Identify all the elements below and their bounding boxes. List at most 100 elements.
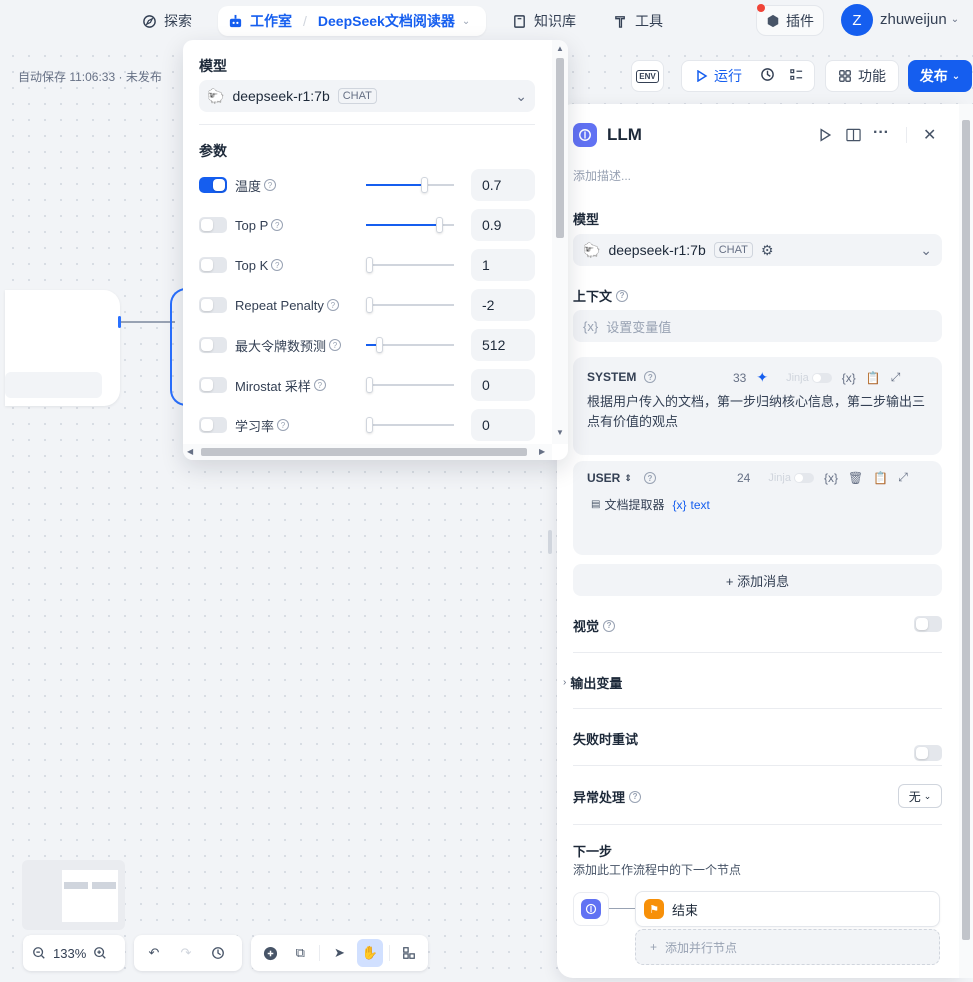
scroll-right-icon[interactable]: ▶ <box>539 447 545 456</box>
add-message-button[interactable]: + 添加消息 <box>573 564 942 596</box>
more-icon[interactable]: ··· <box>873 124 889 142</box>
run-button[interactable]: 运行 <box>696 66 742 86</box>
popover-model-select[interactable]: 🐑 deepseek-r1:7b CHAT ⌄ <box>199 80 535 112</box>
book-open-icon[interactable] <box>846 128 861 145</box>
param-toggle[interactable] <box>199 337 227 353</box>
expand-icon[interactable]: ⤢ <box>891 370 901 385</box>
popover-horizontal-scrollbar[interactable]: ◀ ▶ <box>183 444 552 460</box>
param-toggle[interactable] <box>199 177 227 193</box>
next-node-name: 结束 <box>672 902 699 918</box>
system-prompt-text[interactable]: 根据用户传入的文档，第一步归纳核心信息，第二步输出三点有价值的观点 <box>587 392 932 432</box>
note-icon[interactable]: ⧉ <box>287 939 313 967</box>
vision-toggle[interactable] <box>914 616 942 632</box>
zoom-in-icon[interactable] <box>90 939 110 967</box>
publish-button[interactable]: 发布 ⌄ <box>908 60 972 92</box>
zoom-out-icon[interactable] <box>29 939 49 967</box>
param-slider[interactable] <box>366 295 454 315</box>
param-slider[interactable] <box>366 335 454 355</box>
history-icon[interactable] <box>760 67 775 85</box>
scroll-up-icon[interactable]: ▲ <box>556 44 564 53</box>
slider-thumb[interactable] <box>421 177 428 193</box>
checklist-icon[interactable] <box>789 67 804 85</box>
retry-toggle[interactable] <box>914 745 942 761</box>
slider-thumb[interactable] <box>366 297 373 313</box>
history-icon[interactable] <box>204 939 232 967</box>
scroll-thumb[interactable] <box>556 58 564 238</box>
user-message[interactable]: USER ⇕ ? 24 Jinja {x} 🗑 📋 ⤢ ▤ 文档提取器 {x} … <box>573 461 942 555</box>
clipboard-icon[interactable]: 📋 <box>866 371 881 385</box>
nav-knowledge[interactable]: 知识库 <box>502 6 586 36</box>
add-node-icon[interactable] <box>257 939 283 967</box>
trash-icon[interactable]: 🗑 <box>848 471 863 485</box>
param-toggle[interactable] <box>199 217 227 233</box>
param-value-input[interactable]: 0 <box>471 409 535 441</box>
scroll-thumb[interactable] <box>201 448 527 456</box>
chevron-right-icon: › <box>563 677 567 688</box>
panel-scrollbar[interactable] <box>959 104 973 978</box>
param-value-input[interactable]: -2 <box>471 289 535 321</box>
close-icon[interactable]: ✕ <box>923 125 936 145</box>
app-name[interactable]: DeepSeek文档阅读器 <box>318 11 455 31</box>
hand-icon[interactable]: ✋ <box>356 939 383 967</box>
plugins-button[interactable]: 插件 <box>756 4 824 36</box>
param-toggle[interactable] <box>199 297 227 313</box>
user-menu[interactable]: zhuweijun ⌄ <box>880 11 959 28</box>
slider-thumb[interactable] <box>366 417 373 433</box>
nav-studio[interactable]: 工作室 / DeepSeek文档阅读器 ⌄ <box>218 6 486 36</box>
avatar[interactable]: Z <box>841 4 873 36</box>
nav-tools[interactable]: 工具 <box>603 6 673 36</box>
scroll-left-icon[interactable]: ◀ <box>187 447 193 456</box>
param-value-input[interactable]: 512 <box>471 329 535 361</box>
zoom-level[interactable]: 133% <box>53 946 86 961</box>
param-toggle[interactable] <box>199 257 227 273</box>
error-handling-select[interactable]: 无 ⌄ <box>898 784 942 808</box>
undo-icon[interactable]: ↶ <box>140 939 168 967</box>
user-variable-tag[interactable]: ▤ 文档提取器 {x} text <box>591 496 710 513</box>
jinja-toggle[interactable]: Jinja <box>768 472 814 484</box>
popover-vertical-scrollbar[interactable]: ▲ ▼ <box>552 40 568 444</box>
sparkle-icon[interactable]: ✦ <box>756 369 768 386</box>
param-toggle[interactable] <box>199 417 227 433</box>
param-value-input[interactable]: 0 <box>471 369 535 401</box>
run-node-icon[interactable] <box>819 128 832 145</box>
param-slider[interactable] <box>366 375 454 395</box>
features-button[interactable]: 功能 <box>825 60 899 92</box>
add-parallel-node-button[interactable]: + 添加并行节点 <box>635 929 940 965</box>
chevron-down-icon[interactable]: ⌄ <box>462 16 470 27</box>
slider-thumb[interactable] <box>376 337 383 353</box>
variable-icon[interactable]: {x} <box>824 471 838 485</box>
system-message[interactable]: SYSTEM ? 33 ✦ Jinja {x} 📋 ⤢ 根据用户传入的文档，第一… <box>573 357 942 455</box>
minimap[interactable] <box>22 860 125 930</box>
slider-thumb[interactable] <box>366 257 373 273</box>
env-button[interactable]: ENV <box>631 60 664 92</box>
description-input[interactable]: 添加描述... <box>573 167 631 184</box>
param-value-input[interactable]: 0.7 <box>471 169 535 201</box>
slider-thumb[interactable] <box>436 217 443 233</box>
variable-icon[interactable]: {x} <box>842 371 856 385</box>
context-variable-input[interactable]: {x} 设置变量值 <box>573 310 942 342</box>
user-role[interactable]: USER ⇕ ? <box>587 471 656 485</box>
clipboard-icon[interactable]: 📋 <box>873 471 888 485</box>
output-vars-toggle[interactable]: › 输出变量 <box>563 673 622 692</box>
edge-handle[interactable] <box>118 316 121 328</box>
nav-explore[interactable]: 探索 <box>132 6 202 36</box>
sliders-icon[interactable]: ⚙ <box>761 242 774 259</box>
param-toggle[interactable] <box>199 377 227 393</box>
jinja-toggle[interactable]: Jinja <box>786 372 832 384</box>
divider <box>573 708 942 709</box>
next-node-end[interactable]: ⚑ 结束 <box>635 891 940 927</box>
organize-icon[interactable] <box>396 939 422 967</box>
param-value-input[interactable]: 0.9 <box>471 209 535 241</box>
panel-resize-handle[interactable] <box>548 530 552 554</box>
param-slider[interactable] <box>366 215 454 235</box>
scroll-down-icon[interactable]: ▼ <box>556 428 564 437</box>
expand-icon[interactable]: ⤢ <box>898 470 908 485</box>
param-slider[interactable] <box>366 175 454 195</box>
pointer-icon[interactable]: ➤ <box>326 939 352 967</box>
slider-thumb[interactable] <box>366 377 373 393</box>
param-value-input[interactable]: 1 <box>471 249 535 281</box>
redo-icon[interactable]: ↷ <box>172 939 200 967</box>
param-slider[interactable] <box>366 415 454 435</box>
model-selector[interactable]: 🐑 deepseek-r1:7b CHAT ⚙ ⌄ <box>573 234 942 266</box>
param-slider[interactable] <box>366 255 454 275</box>
